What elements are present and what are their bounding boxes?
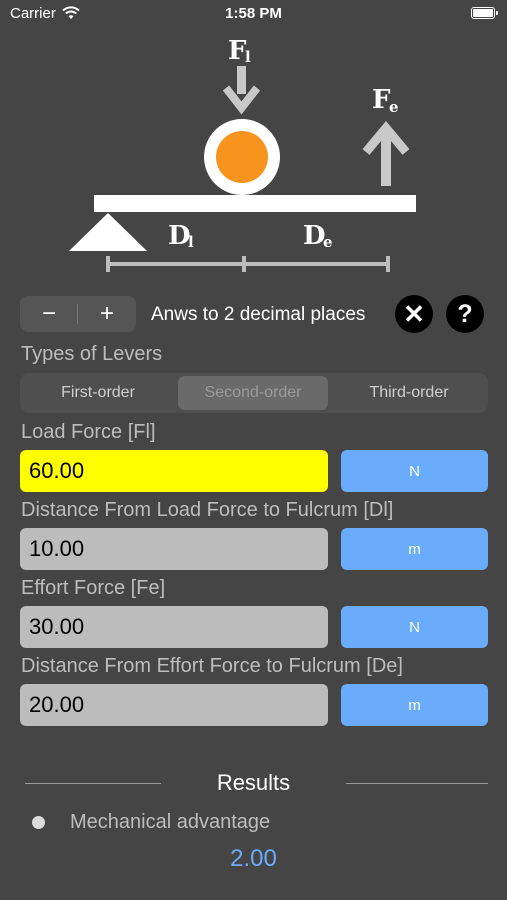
load-force-arrow-icon [222,66,261,115]
bullet-icon [32,816,45,829]
results-divider-right [346,783,488,784]
lever-type-selector: First-order Second-order Third-order [20,373,488,413]
clear-button[interactable]: ✕ [395,295,433,333]
load-distance-unit-button[interactable]: m [341,528,488,570]
decrement-button[interactable]: − [20,296,78,332]
load-force-unit-button[interactable]: N [341,450,488,492]
help-button[interactable]: ? [446,295,484,333]
lever-types-label: Types of Levers [21,343,163,365]
fulcrum-icon [69,213,147,251]
effort-distance-label: Distance From Effort Force to Fulcrum [D… [21,655,403,677]
clock: 1:58 PM [225,5,282,22]
decimal-places-label: Anws to 2 decimal places [151,304,366,325]
effort-distance-unit-button[interactable]: m [341,684,488,726]
effort-distance-subscript: e [323,233,333,251]
precision-controls: − + Anws to 2 decimal places ✕ ? [20,294,490,336]
load-distance-subscript: l [188,233,194,251]
increment-button[interactable]: + [78,296,136,332]
dimension-line [106,256,390,272]
effort-force-subscript: e [389,98,399,116]
load-distance-label: Distance From Load Force to Fulcrum [Dl] [21,499,394,521]
battery-icon [471,7,498,19]
segment-third-order[interactable]: Third-order [332,376,486,410]
effort-force-label: Effort Force [Fe] [21,577,166,599]
lever-diagram: F l F e D l D e [69,36,416,272]
load-force-subscript: l [245,48,251,66]
load-force-label: Load Force [Fl] [21,421,156,443]
load-force-input[interactable]: 60.00 [20,450,328,492]
mechanical-advantage-value: 2.00 [230,845,277,872]
effort-force-unit-button[interactable]: N [341,606,488,648]
lever-bar [94,195,416,212]
segment-second-order[interactable]: Second-order [178,376,328,410]
status-bar: Carrier 1:58 PM [0,0,507,28]
mechanical-advantage-label: Mechanical advantage [70,811,271,833]
load-distance-input[interactable]: 10.00 [20,528,328,570]
segment-first-order[interactable]: First-order [22,376,174,410]
effort-force-input[interactable]: 30.00 [20,606,328,648]
effort-distance-input[interactable]: 20.00 [20,684,328,726]
load-ball-icon [216,131,268,183]
effort-force-arrow-icon [362,120,410,186]
decimal-stepper: − + [20,296,136,332]
